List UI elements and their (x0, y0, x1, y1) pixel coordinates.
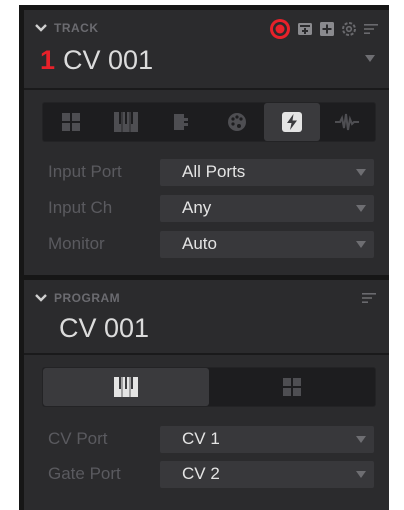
tab-plugin[interactable] (154, 103, 209, 141)
track-name: CV 001 (63, 45, 154, 75)
chevron-down-icon (356, 240, 366, 248)
settings-icon[interactable] (341, 21, 357, 37)
tab-audio[interactable] (320, 103, 375, 141)
monitor-row: Monitor Auto (48, 229, 374, 259)
chevron-down-icon (35, 24, 47, 32)
track-header-icons (269, 18, 379, 40)
chevron-down-icon (35, 294, 47, 302)
input-ch-value: Any (182, 198, 212, 217)
program-header-toggle[interactable]: PROGRAM (34, 290, 120, 306)
add-track-icon[interactable] (297, 21, 313, 37)
program-tab-bar (42, 367, 376, 407)
input-port-dropdown[interactable]: All Ports (160, 158, 374, 186)
track-divider (24, 88, 389, 90)
cv-port-row: CV Port CV 1 (48, 424, 374, 454)
track-header-toggle[interactable]: TRACK (34, 20, 99, 36)
cv-bolt-icon (281, 112, 302, 132)
plugin-icon (174, 114, 189, 130)
tab-cv[interactable] (264, 103, 320, 141)
input-port-row: Input Port All Ports (48, 157, 374, 187)
keyboard-icon (113, 112, 138, 132)
grid-icon (283, 378, 301, 396)
monitor-label: Monitor (48, 234, 105, 253)
input-port-value: All Ports (182, 162, 246, 181)
track-dropdown-caret-icon[interactable] (365, 55, 375, 62)
program-divider (24, 353, 389, 355)
gate-port-value: CV 2 (182, 464, 220, 483)
record-icon[interactable] (269, 18, 291, 40)
track-tab-bar (42, 102, 376, 142)
input-ch-label: Input Ch (48, 198, 113, 217)
track-header-label: TRACK (54, 21, 99, 35)
cv-port-value: CV 1 (182, 429, 220, 448)
track-number: 1 (40, 45, 56, 75)
chevron-down-icon (356, 204, 366, 212)
waveform-icon (335, 113, 360, 131)
tab-pads[interactable] (43, 103, 98, 141)
program-title[interactable]: CV 001 (59, 313, 149, 344)
input-port-label: Input Port (48, 162, 122, 181)
chevron-down-icon (356, 435, 366, 443)
tab-keygroup[interactable] (43, 368, 209, 406)
menu-icon[interactable] (361, 290, 377, 306)
cv-port-dropdown[interactable]: CV 1 (160, 425, 374, 453)
input-ch-dropdown[interactable]: Any (160, 194, 374, 222)
program-header-label: PROGRAM (54, 291, 121, 305)
keyboard-icon (114, 377, 138, 397)
tab-keys[interactable] (98, 103, 153, 141)
inspector-panel: TRACK 1 CV 001 Input Port All Ports Inpu… (19, 5, 389, 510)
input-ch-row: Input Ch Any (48, 193, 374, 223)
gate-port-label: Gate Port (48, 464, 121, 483)
chevron-down-icon (356, 470, 366, 478)
program-section: PROGRAM CV 001 CV Port CV 1 Gate Port CV… (24, 280, 389, 510)
gate-port-row: Gate Port CV 2 (48, 459, 374, 489)
chevron-down-icon (356, 168, 366, 176)
monitor-value: Auto (182, 234, 217, 253)
tab-color[interactable] (209, 103, 264, 141)
track-section: TRACK 1 CV 001 Input Port All Ports Inpu… (24, 10, 389, 275)
tab-drum[interactable] (209, 368, 375, 406)
track-title[interactable]: 1 CV 001 (40, 45, 153, 76)
palette-icon (227, 113, 246, 131)
menu-icon[interactable] (363, 21, 379, 37)
gate-port-dropdown[interactable]: CV 2 (160, 460, 374, 488)
add-icon[interactable] (319, 21, 335, 37)
grid-icon (61, 113, 80, 131)
monitor-dropdown[interactable]: Auto (160, 230, 374, 258)
cv-port-label: CV Port (48, 429, 108, 448)
